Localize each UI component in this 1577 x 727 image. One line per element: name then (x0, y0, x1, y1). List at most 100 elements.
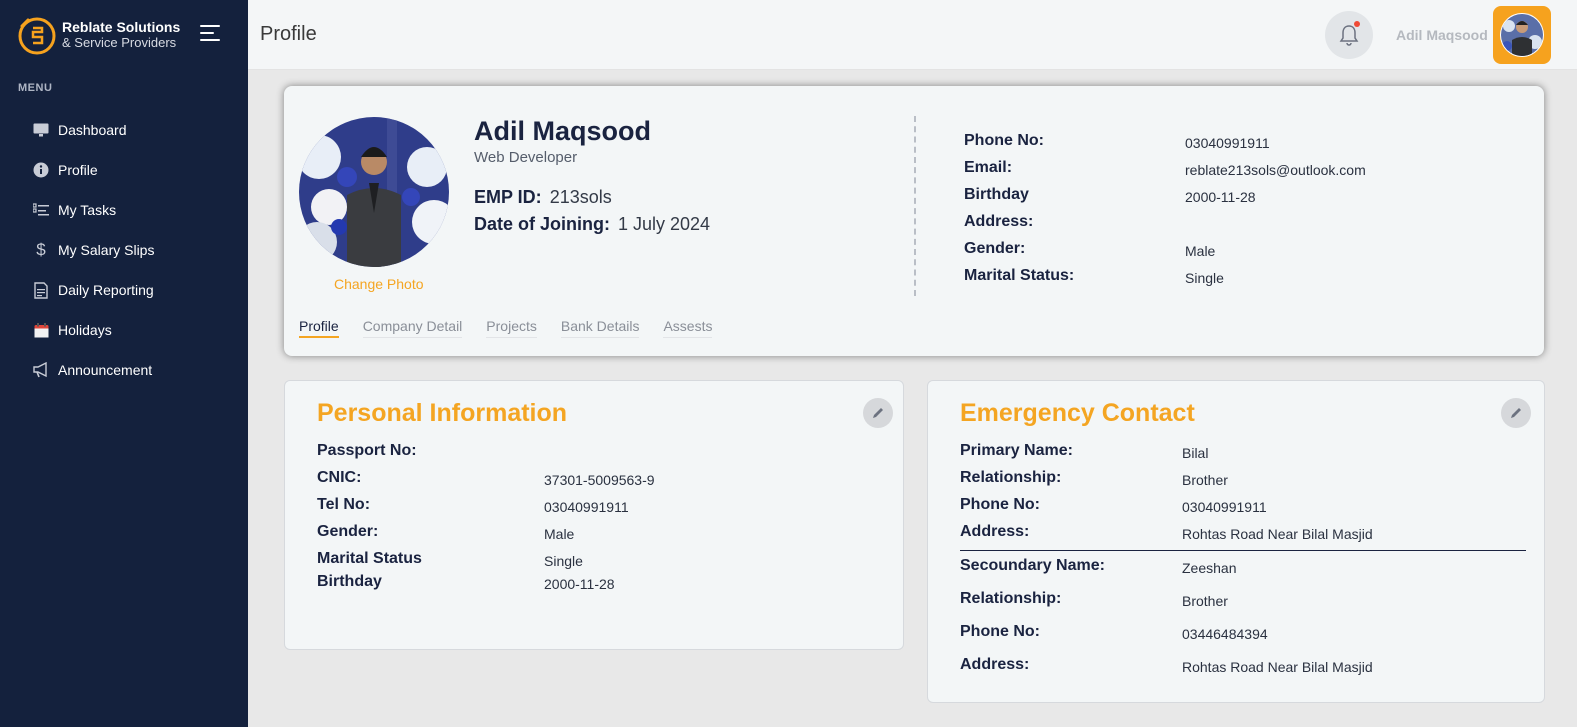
sidebar-item-label: Daily Reporting (58, 282, 154, 298)
field-label: Address: (960, 523, 1030, 540)
primary-row-address: Address: Rohtas Road Near Bilal Masjid (960, 523, 1520, 550)
field-label: Address: (960, 656, 1030, 673)
personal-row-gender: Gender: Male (317, 523, 877, 550)
tab-bank-details[interactable]: Bank Details (560, 318, 640, 338)
field-value: Single (1185, 270, 1224, 286)
employee-name: Adil Maqsood (474, 116, 651, 146)
field-value: 03040991911 (1185, 135, 1270, 151)
brand-subtitle: & Service Providers (62, 35, 177, 50)
field-label: Birthday (964, 186, 1029, 203)
field-label: Gender: (964, 240, 1026, 257)
primary-row-relationship: Relationship: Brother (960, 469, 1520, 496)
tab-company-detail[interactable]: Company Detail (362, 318, 463, 338)
primary-row-name: Primary Name: Bilal (960, 442, 1520, 469)
change-photo-link[interactable]: Change Photo (334, 276, 424, 292)
personal-row-passport: Passport No: (317, 442, 877, 469)
sidebar-item-label: Dashboard (58, 122, 127, 138)
field-value: Rohtas Road Near Bilal Masjid (1182, 659, 1373, 675)
field-label: Address: (964, 213, 1034, 230)
personal-row-tel: Tel No: 03040991911 (317, 496, 877, 523)
sidebar-item-label: My Tasks (58, 202, 117, 218)
tab-projects[interactable]: Projects (486, 318, 537, 338)
field-label: Phone No: (964, 132, 1044, 149)
field-label: Birthday (317, 573, 382, 590)
field-label: Primary Name: (960, 442, 1073, 459)
doj-value: 1 July 2024 (618, 214, 711, 234)
field-value: Rohtas Road Near Bilal Masjid (1182, 526, 1373, 542)
pencil-icon (1511, 408, 1521, 418)
field-label: Tel No: (317, 496, 371, 513)
profile-photo (299, 117, 449, 267)
field-value: Brother (1182, 593, 1228, 609)
field-value: Bilal (1182, 445, 1209, 461)
secondary-row-name: Secoundary Name: Zeeshan (960, 557, 1520, 590)
brand-logo-icon (18, 17, 56, 55)
emp-id-value: 213sols (549, 187, 612, 207)
field-label: Passport No: (317, 442, 417, 459)
contact-separator (960, 550, 1526, 551)
sidebar-nav: Dashboard Profile My Tasks $ My Salary S… (0, 110, 248, 390)
tab-profile[interactable]: Profile (299, 318, 339, 338)
field-label: Phone No: (960, 623, 1040, 640)
sidebar-item-label: My Salary Slips (58, 242, 155, 258)
sidebar-item-profile[interactable]: Profile (0, 150, 248, 190)
sidebar-item-my-tasks[interactable]: My Tasks (0, 190, 248, 230)
page-title: Profile (260, 23, 317, 45)
brand-name: Reblate Solutions (62, 19, 181, 35)
doj-label: Date of Joining: (474, 214, 610, 234)
notification-dot (1354, 21, 1360, 27)
personal-row-cnic: CNIC: 37301-5009563-9 (317, 469, 877, 496)
field-label: Phone No: (960, 496, 1040, 513)
dashboard-icon (32, 121, 50, 139)
primary-row-phone: Phone No: 03040991911 (960, 496, 1520, 523)
field-value: Male (1185, 243, 1216, 259)
secondary-row-address: Address: Rohtas Road Near Bilal Masjid (960, 656, 1520, 689)
field-label: Marital Status: (964, 267, 1075, 284)
info-icon (32, 161, 50, 179)
edit-personal-button[interactable] (863, 398, 893, 428)
brand[interactable]: Reblate Solutions & Service Providers (16, 14, 180, 56)
header-avatar[interactable] (1493, 6, 1551, 64)
sidebar-item-label: Profile (58, 162, 98, 178)
avatar-image (1500, 13, 1544, 57)
report-icon (32, 281, 50, 299)
top-header: Profile Adil Maqsood (248, 0, 1577, 70)
menu-toggle-icon[interactable] (200, 25, 220, 45)
field-value: 03446484394 (1182, 626, 1268, 642)
sidebar-item-holidays[interactable]: Holidays (0, 310, 248, 350)
field-value: Male (544, 526, 575, 542)
field-value: 2000-11-28 (1185, 189, 1256, 205)
emp-id-row: EMP ID: 213sols (474, 187, 612, 208)
notification-button[interactable] (1325, 11, 1373, 59)
sidebar-item-daily-reporting[interactable]: Daily Reporting (0, 270, 248, 310)
field-label: Email: (964, 159, 1013, 176)
profile-card: Change Photo Adil Maqsood Web Developer … (284, 86, 1544, 356)
dollar-icon: $ (36, 240, 46, 259)
tab-assests[interactable]: Assests (663, 318, 713, 338)
personal-rows: Passport No: CNIC: 37301-5009563-9 Tel No… (317, 442, 877, 600)
card-title: Personal Information (317, 399, 568, 427)
field-value: 37301-5009563-9 (544, 472, 655, 488)
sidebar: Reblate Solutions & Service Providers ME… (0, 0, 248, 727)
emergency-rows: Primary Name: Bilal Relationship: Brother … (960, 442, 1526, 689)
field-label: Secoundary Name: (960, 557, 1105, 574)
header-user-name[interactable]: Adil Maqsood (1396, 27, 1488, 43)
field-label: Marital Status (317, 550, 422, 567)
personal-row-birthday: Birthday 2000-11-28 (317, 573, 877, 600)
profile-tabs: Profile Company Detail Projects Bank Det… (299, 318, 736, 338)
field-value: 03040991911 (544, 499, 629, 515)
sidebar-item-announcement[interactable]: Announcement (0, 350, 248, 390)
field-value: Brother (1182, 472, 1228, 488)
personal-row-marital-status: Marital Status Single (317, 550, 877, 573)
sidebar-item-salary-slips[interactable]: $ My Salary Slips (0, 230, 248, 270)
personal-information-card: Personal Information Passport No: CNIC: 3… (284, 380, 904, 650)
edit-emergency-button[interactable] (1501, 398, 1531, 428)
field-value: Zeeshan (1182, 560, 1237, 576)
bell-icon (1339, 25, 1359, 46)
field-value: 2000-11-28 (544, 576, 615, 592)
doj-row: Date of Joining: 1 July 2024 (474, 214, 710, 235)
divider (914, 116, 916, 296)
sidebar-item-dashboard[interactable]: Dashboard (0, 110, 248, 150)
calendar-icon (32, 321, 50, 339)
emergency-contact-card: Emergency Contact Primary Name: Bilal Rel… (927, 380, 1545, 703)
